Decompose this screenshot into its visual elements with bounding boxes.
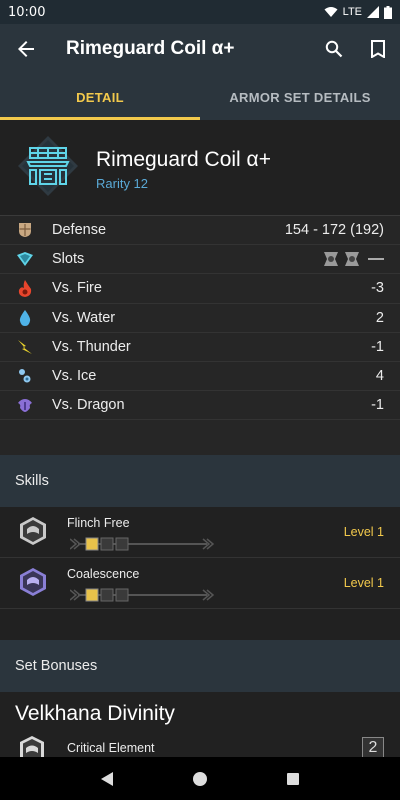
skills-section-header: Skills [0,455,400,507]
set-bonuses-section-header: Set Bonuses [0,640,400,692]
section-title: Set Bonuses [15,658,98,674]
empty-slot [368,258,384,261]
tab-detail[interactable]: DETAIL [0,74,200,120]
stat-row-ice: Vs. Ice 4 [0,362,400,392]
skill-level-bar [70,537,215,551]
slot-indicators [322,251,384,267]
nav-back-button[interactable] [87,759,127,799]
stats-list: Defense 154 - 172 (192) Slots Vs. Fire -… [0,215,400,455]
circle-home-icon [192,771,207,786]
signal-icon [367,6,379,18]
stat-label: Vs. Ice [52,368,97,385]
stat-value: -1 [371,338,384,355]
status-icons: LTE [324,5,392,19]
skill-level-bar [70,588,215,602]
section-title: Skills [15,473,49,489]
stat-row-thunder: Vs. Thunder -1 [0,333,400,362]
stat-row-fire: Vs. Fire -3 [0,274,400,304]
arrow-back-icon [18,41,34,57]
skill-row-coalescence[interactable]: Coalescence Level 1 [0,558,400,609]
stat-label: Vs. Water [52,309,116,326]
stat-value: -1 [371,397,384,414]
dragon-icon [16,396,34,414]
armor-name: Rimeguard Coil α+ [96,148,271,171]
stat-value: 4 [375,368,384,385]
nav-recents-button[interactable] [273,759,313,799]
search-icon [325,40,343,58]
stat-row-dragon: Vs. Dragon -1 [0,391,400,421]
stat-row-slots: Slots [0,245,400,275]
skill-level: Level 1 [343,525,384,539]
slot-4-icon [324,252,338,267]
search-button[interactable] [312,24,356,74]
network-type: LTE [342,6,362,18]
skill-name: Coalescence [67,567,140,581]
stat-label: Slots [52,251,85,268]
skill-level: Level 1 [343,576,384,590]
armor-header: Rimeguard Coil α+ Rarity 12 [0,120,400,215]
app-bar: Rimeguard Coil α+ [0,24,400,74]
tab-bar: DETAIL ARMOR SET DETAILS [0,74,400,120]
armor-rarity: Rarity 12 [96,176,149,191]
status-time: 10:00 [8,4,46,20]
system-nav-bar [0,757,400,800]
square-recents-icon [287,772,300,785]
stat-label: Vs. Thunder [52,338,131,355]
stat-row-water: Vs. Water 2 [0,304,400,333]
skill-purple-icon [20,568,46,596]
water-icon [16,309,34,327]
stat-value: 154 - 172 (192) [284,222,384,239]
fire-icon [16,279,34,297]
wifi-icon [324,7,338,17]
thunder-icon [16,338,34,356]
set-pieces-badge: 2 [362,737,384,759]
defense-icon [16,221,34,239]
stat-label: Vs. Fire [52,280,102,297]
skill-name: Flinch Free [67,516,130,530]
tab-armor-set-details[interactable]: ARMOR SET DETAILS [200,74,400,120]
slots-icon [16,250,34,268]
set-bonus-skill-row[interactable]: Critical Element 2 [0,733,400,759]
skill-row-flinch-free[interactable]: Flinch Free Level 1 [0,507,400,558]
stat-value: -3 [371,280,384,297]
stat-value: 2 [375,309,384,326]
skill-gray-icon [20,517,46,545]
triangle-back-icon [100,771,113,786]
status-bar: 10:00 LTE [0,0,400,24]
waist-armor-icon [18,136,78,196]
bookmark-icon [371,40,385,58]
stat-row-defense: Defense 154 - 172 (192) [0,216,400,246]
nav-home-button[interactable] [180,759,220,799]
back-button[interactable] [0,24,52,74]
skill-white-icon [20,736,44,757]
ice-icon [16,367,34,385]
bookmark-button[interactable] [356,24,400,74]
slot-4-icon [345,252,359,267]
skill-name: Critical Element [67,741,155,755]
page-title: Rimeguard Coil α+ [66,38,235,59]
battery-icon [384,5,392,19]
set-bonus-name: Velkhana Divinity [15,702,175,725]
stat-label: Defense [52,222,107,239]
stat-label: Vs. Dragon [52,397,125,414]
